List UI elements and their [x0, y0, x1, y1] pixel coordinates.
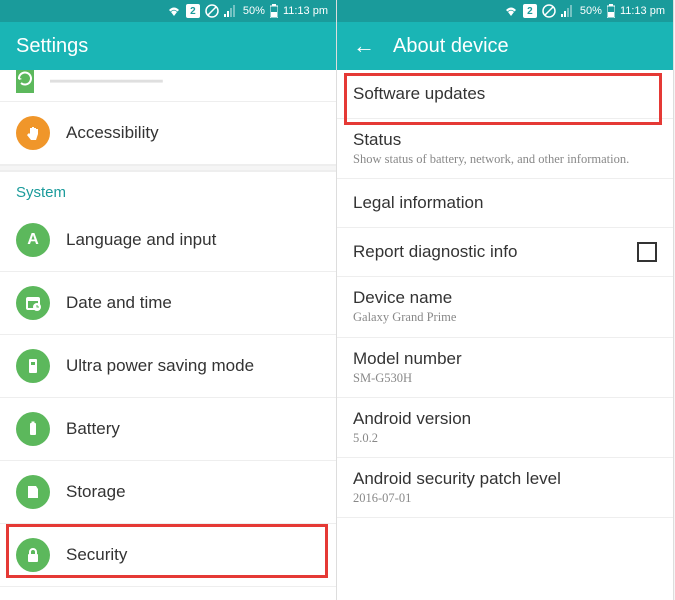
powersave-icon [16, 349, 50, 383]
wifi-icon [167, 5, 181, 17]
item-sub: Show status of battery, network, and oth… [353, 151, 657, 167]
battery-pct: 50% [243, 5, 265, 17]
item-label: Android security patch level [353, 469, 657, 489]
list-item-security[interactable]: Security [0, 524, 336, 587]
battery-icon [270, 4, 278, 18]
back-icon[interactable]: ← [353, 33, 375, 59]
item-label: Battery [66, 419, 320, 439]
list-item-language[interactable]: A Language and input [0, 209, 336, 272]
item-label: ━━━━━━━━━━━ [50, 72, 163, 92]
signal-icon [224, 5, 238, 17]
settings-list[interactable]: ━━━━━━━━━━━ Accessibility System A Langu… [0, 70, 336, 600]
item-sub: 2016-07-01 [353, 490, 657, 506]
page-title: Settings [16, 35, 88, 58]
about-list[interactable]: Software updates Status Show status of b… [337, 70, 673, 600]
item-sub: 5.0.2 [353, 430, 657, 446]
item-sub: SM-G530H [353, 370, 657, 386]
backup-icon [16, 70, 34, 93]
item-label: Date and time [66, 293, 320, 313]
about-header: ← About device [337, 22, 673, 70]
no-signal-icon [205, 4, 219, 18]
list-item-battery[interactable]: Battery [0, 398, 336, 461]
battery-icon [607, 4, 615, 18]
storage-icon [16, 475, 50, 509]
status-bar: 2 50% 11:13 pm [337, 0, 673, 22]
list-item-diagnostic[interactable]: Report diagnostic info [337, 228, 673, 277]
item-label: Device name [353, 288, 657, 308]
item-label: Security [66, 545, 320, 565]
checkbox[interactable] [637, 242, 657, 262]
item-label: Storage [66, 482, 320, 502]
item-label: Accessibility [66, 123, 320, 143]
item-label: Ultra power saving mode [66, 356, 320, 376]
list-item-device-name[interactable]: Device name Galaxy Grand Prime [337, 277, 673, 337]
language-icon: A [16, 223, 50, 257]
item-label: Report diagnostic info [353, 242, 621, 262]
no-signal-icon [542, 4, 556, 18]
wifi-icon [504, 5, 518, 17]
hand-icon [16, 116, 50, 150]
battery-item-icon [16, 412, 50, 446]
calendar-icon [16, 286, 50, 320]
list-item-storage[interactable]: Storage [0, 461, 336, 524]
list-item-legal[interactable]: Legal information [337, 179, 673, 228]
list-item-about[interactable]: About device [0, 587, 336, 600]
clock: 11:13 pm [283, 5, 328, 17]
list-item-model[interactable]: Model number SM-G530H [337, 338, 673, 398]
settings-header: Settings [0, 22, 336, 70]
item-label: Legal information [353, 193, 657, 213]
item-label: Language and input [66, 230, 320, 250]
list-item-datetime[interactable]: Date and time [0, 272, 336, 335]
signal-icon [561, 5, 575, 17]
list-item-security-patch[interactable]: Android security patch level 2016-07-01 [337, 458, 673, 518]
item-label: Android version [353, 409, 657, 429]
sim-badge: 2 [186, 4, 200, 18]
settings-screen: 2 50% 11:13 pm Settings ━━━━━━━━━━━ Acce… [0, 0, 337, 600]
battery-pct: 50% [580, 5, 602, 17]
item-label: Model number [353, 349, 657, 369]
about-device-screen: 2 50% 11:13 pm ← About device Software u… [337, 0, 674, 600]
item-sub: Galaxy Grand Prime [353, 309, 657, 325]
lock-icon [16, 538, 50, 572]
system-section-header: System [0, 171, 336, 209]
item-label: Software updates [353, 84, 657, 104]
item-label: Status [353, 130, 657, 150]
page-title: About device [393, 35, 509, 58]
list-item[interactable]: ━━━━━━━━━━━ [0, 70, 336, 102]
list-item-android-version[interactable]: Android version 5.0.2 [337, 398, 673, 458]
list-item-status[interactable]: Status Show status of battery, network, … [337, 119, 673, 179]
list-item-software-updates[interactable]: Software updates [337, 70, 673, 119]
list-item-powersaving[interactable]: Ultra power saving mode [0, 335, 336, 398]
sim-badge: 2 [523, 4, 537, 18]
list-item-accessibility[interactable]: Accessibility [0, 102, 336, 165]
clock: 11:13 pm [620, 5, 665, 17]
status-bar: 2 50% 11:13 pm [0, 0, 336, 22]
